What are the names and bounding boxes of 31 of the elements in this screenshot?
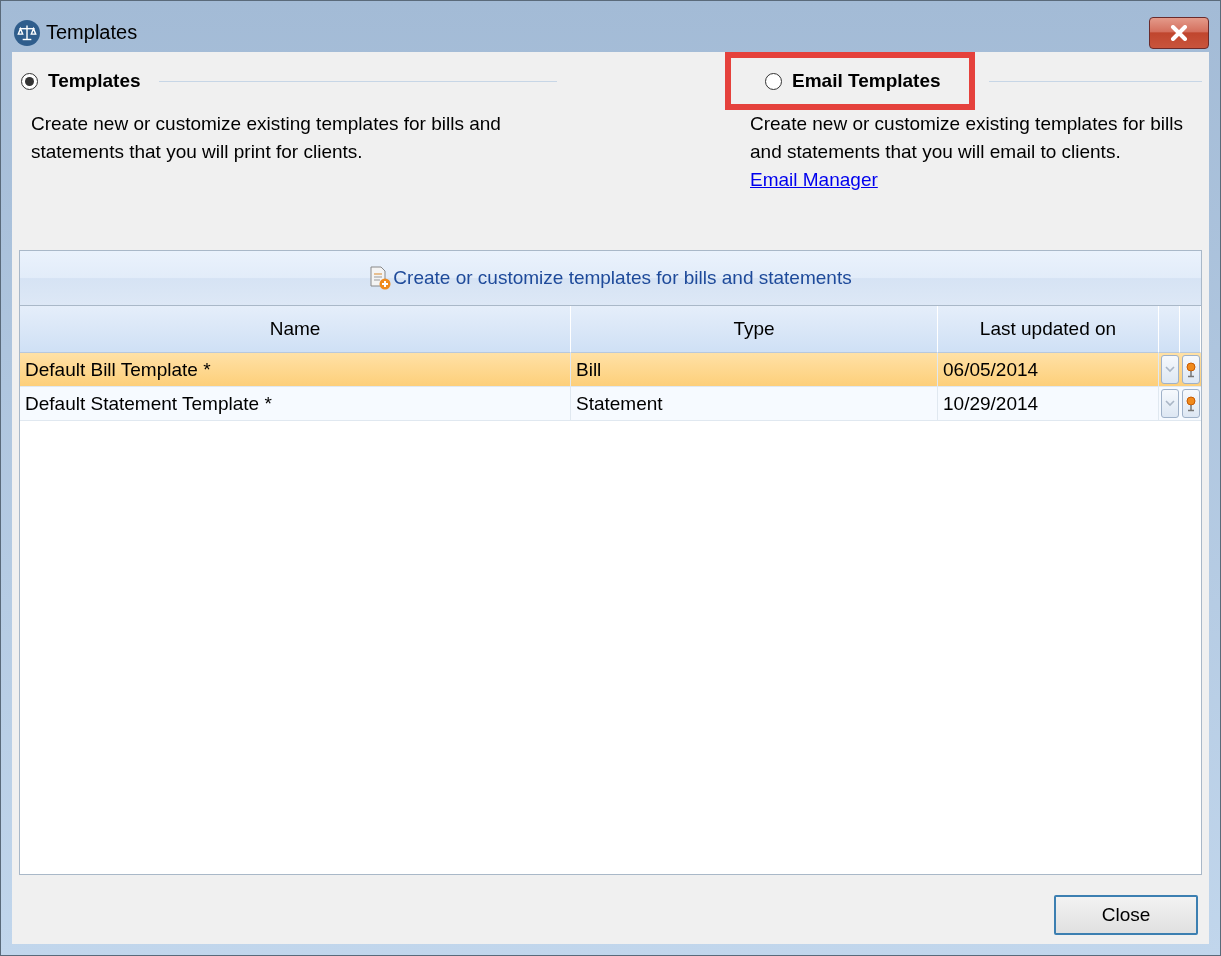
table-cell: Bill xyxy=(571,353,938,386)
close-icon xyxy=(1170,24,1188,41)
table-cell: 06/05/2014 xyxy=(938,353,1159,386)
table-cell: Default Bill Template * xyxy=(20,353,571,386)
close-button[interactable] xyxy=(1149,16,1209,49)
chevron-down-icon xyxy=(1164,400,1175,407)
chevron-down-icon xyxy=(1164,366,1175,373)
pin-button[interactable] xyxy=(1181,389,1200,418)
pin-button[interactable] xyxy=(1181,355,1200,384)
close-dialog-button[interactable]: Close xyxy=(1054,895,1198,935)
email-manager-link[interactable]: Email Manager xyxy=(750,169,878,190)
document-add-icon xyxy=(369,266,392,290)
table-row[interactable]: Default Statement Template * Statement 10/29/2014 xyxy=(20,387,1201,421)
scales-icon xyxy=(14,19,40,46)
create-template-bar[interactable]: Create or customize templates for bills and statements xyxy=(20,251,1201,306)
option-description: Create new or customize existing templates for bills and statements that you will print for clients. xyxy=(31,112,502,164)
table-row[interactable]: Default Bill Template * Bill 06/05/2014 xyxy=(20,353,1201,387)
option-description: Create new or customize existing templates for bills and statements that you will email to clients. xyxy=(750,112,1184,164)
table-cell: 10/29/2014 xyxy=(938,387,1159,420)
radio-option[interactable]: Templates xyxy=(21,52,145,110)
column-header[interactable]: Last updated on xyxy=(938,306,1159,353)
table-cell: Default Statement Template * xyxy=(20,387,571,420)
radio-option[interactable]: Email Templates xyxy=(725,52,975,110)
pin-icon xyxy=(1185,395,1196,412)
column-header[interactable]: Name xyxy=(20,306,571,353)
pin-icon xyxy=(1185,361,1196,378)
column-header[interactable]: Type xyxy=(571,306,938,353)
table-cell: Statement xyxy=(571,387,938,420)
window-title: Templates xyxy=(46,21,138,44)
dropdown-button[interactable] xyxy=(1160,355,1179,384)
dropdown-button[interactable] xyxy=(1160,389,1179,418)
